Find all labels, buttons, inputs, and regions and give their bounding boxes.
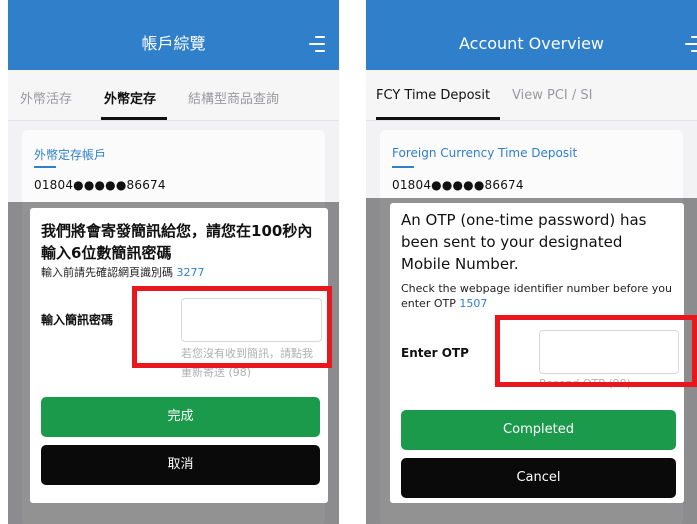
hamburger-menu-icon[interactable] <box>305 36 325 54</box>
app-header: 帳戶綜覽 <box>8 0 339 70</box>
tab-fcy-demand[interactable]: 外幣活存 <box>20 88 72 107</box>
identifier-prefix: Check the webpage identifier number befo… <box>401 282 672 310</box>
tab-structured-products[interactable]: 結構型商品查詢 <box>188 88 279 107</box>
cancel-button[interactable]: Cancel <box>401 458 676 498</box>
completed-button[interactable]: Completed <box>401 410 676 450</box>
card-title-underline <box>34 166 56 168</box>
otp-label: 輸入簡訊密碼 <box>41 313 114 327</box>
card-title-underline <box>392 166 414 168</box>
highlight-box <box>495 315 697 387</box>
cancel-button[interactable]: 取消 <box>41 445 320 485</box>
tab-fcy-time-deposit[interactable]: FCY Time Deposit <box>376 88 490 103</box>
identifier-prefix: 輸入前請先確認網頁識別碼 <box>41 266 177 279</box>
page-title: 帳戶綜覽 <box>141 34 206 53</box>
account-number: 01804●●●●●86674 <box>34 178 166 192</box>
image-gutter <box>339 0 366 524</box>
tab-bar: FCY Time Deposit View PCI / SI <box>366 70 697 121</box>
account-number: 01804●●●●●86674 <box>392 178 524 192</box>
tab-fcy-time-deposit[interactable]: 外幣定存 <box>104 88 156 107</box>
active-tab-indicator <box>376 117 500 120</box>
card-title: Foreign Currency Time Deposit <box>392 146 578 160</box>
active-tab-indicator <box>101 117 167 120</box>
confirm-button[interactable]: 完成 <box>41 397 320 437</box>
page-title: Account Overview <box>458 34 604 53</box>
card-title: 外幣定存帳戶 <box>34 148 107 162</box>
more-indicator: ... <box>165 511 182 522</box>
phone-screen-chinese: 帳戶綜覽 外幣活存 外幣定存 結構型商品查詢 外幣定存帳戶 01804●●●●●… <box>8 0 339 524</box>
app-header: Account Overview <box>366 0 697 70</box>
identifier-code: 3277 <box>176 266 205 279</box>
identifier-line: Check the webpage identifier number befo… <box>401 281 676 311</box>
identifier-line: 輸入前請先確認網頁識別碼 3277 <box>41 265 320 280</box>
hamburger-menu-icon[interactable] <box>681 36 697 54</box>
tab-view-pci-si[interactable]: View PCI / SI <box>512 88 592 103</box>
identifier-code: 1507 <box>459 297 488 310</box>
tab-bar: 外幣活存 外幣定存 結構型商品查詢 <box>8 70 339 121</box>
highlight-box <box>132 286 332 368</box>
otp-message: 我們將會寄發簡訊給您，請您在100秒內輸入6位數簡訊密碼 <box>41 222 313 262</box>
otp-message: An OTP (one-time password) has been sent… <box>401 211 647 273</box>
phone-screen-english: Account Overview FCY Time Deposit View P… <box>366 0 697 524</box>
otp-label: Enter OTP <box>401 346 469 360</box>
